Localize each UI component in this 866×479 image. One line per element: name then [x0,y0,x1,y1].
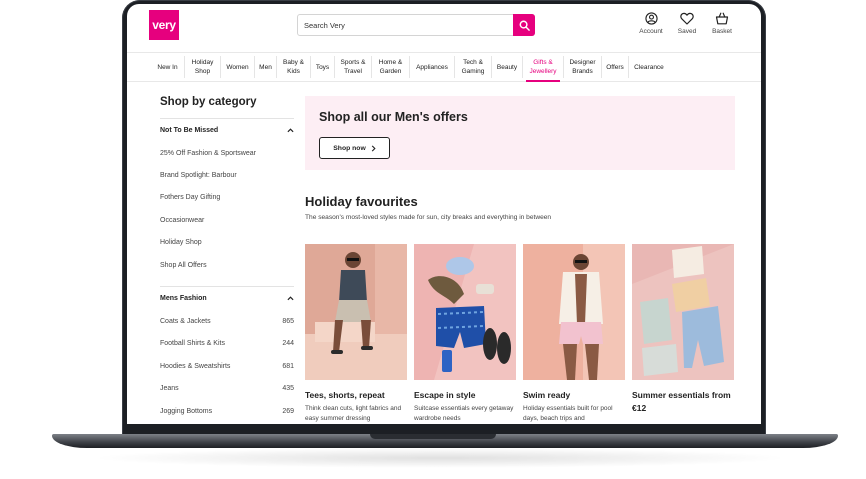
sidebar-link[interactable]: Holiday Shop [160,232,294,254]
sidebar-link[interactable]: Shop All Offers [160,254,294,276]
card-description: Holiday essentials built for pool days, … [523,405,613,422]
card-description: Suitcase essentials every getaway wardro… [414,405,514,422]
card-title[interactable]: Escape in style [414,389,516,402]
card-title[interactable]: Tees, shorts, repeat [305,389,407,402]
sidebar-title: Shop by category [160,96,257,108]
card-description: Think clean cuts, light fabrics and easy… [305,405,402,422]
sidebar-link[interactable]: Jogging Bottoms 269 [160,400,294,422]
nav-item-home-garden[interactable]: Home & Garden [372,56,410,78]
category-card[interactable]: Summer essentials from €12 [632,244,734,417]
nav-item-baby-kids[interactable]: Baby & Kids [277,56,311,78]
nav-item-gifts-jewellery[interactable]: Gifts & Jewellery [523,56,564,82]
category-card[interactable]: Escape in style Suitcase essentials ever… [414,244,516,424]
sidebar-link-label: Fothers Day Gifting [160,194,221,202]
sidebar-link[interactable]: Coats & Jackets 865 [160,310,294,332]
nav-item-appliances[interactable]: Appliances [410,56,455,78]
nav-item-clearance[interactable]: Clearance [629,56,669,78]
sidebar-link[interactable]: Hoodies & Sweatshirts 681 [160,355,294,377]
section-heading: Mens Fashion [160,295,207,303]
nav-item-toys[interactable]: Toys [311,56,335,78]
sidebar-link[interactable]: Football Shirts & Kits 244 [160,333,294,355]
category-sidebar: Shop by category Not To Be Missed 25% Of… [160,96,294,422]
section-subtitle: The season's most-loved styles made for … [305,214,552,221]
item-count: 269 [282,407,294,415]
card-image-tees[interactable] [305,244,407,380]
sidebar-link-label: Football Shirts & Kits [160,340,225,348]
chevron-right-icon [371,144,376,152]
sidebar-link-label: Shop All Offers [160,261,207,269]
category-card[interactable]: Tees, shorts, repeat Think clean cuts, l… [305,244,407,424]
item-count: 435 [282,385,294,393]
nav-item-women[interactable]: Women [221,56,255,78]
nav-item-tech-gaming[interactable]: Tech & Gaming [455,56,492,78]
nav-item-holiday-shop[interactable]: Holiday Shop [185,56,221,78]
sidebar-link-label: Coats & Jackets [160,318,211,326]
chevron-up-icon [287,296,294,301]
saved-label: Saved [677,28,697,35]
sidebar-link-label: Holiday Shop [160,239,202,247]
basket-icon [715,12,729,25]
basket-button[interactable]: Basket [704,12,740,35]
shop-now-label: Shop now [333,144,366,152]
nav-item-designer-brands[interactable]: Designer Brands [564,56,602,78]
item-count: 865 [282,318,294,326]
section-header-mens-fashion[interactable]: Mens Fashion [160,286,294,310]
search-input[interactable] [298,15,514,35]
card-image-escape[interactable] [414,244,516,380]
card-title[interactable]: Swim ready [523,389,625,402]
search-button[interactable] [513,14,535,36]
sidebar-link-label: 25% Off Fashion & Sportswear [160,149,256,157]
sidebar-link-label: Occasionwear [160,216,205,224]
heart-icon [680,12,694,25]
account-label: Account [639,28,663,35]
nav-item-beauty[interactable]: Beauty [492,56,523,78]
account-button[interactable]: Account [633,12,669,35]
sidebar-link-label: Jeans [160,385,179,393]
account-icon [644,12,658,25]
very-logo[interactable]: very [149,10,179,40]
search-icon [519,20,530,31]
section-title: Holiday favourites [305,194,418,209]
sidebar-link[interactable]: Brand Spotlight: Barbour [160,164,294,186]
sidebar-link-label: Hoodies & Sweatshirts [160,362,231,370]
category-card[interactable]: Swim ready Holiday essentials built for … [523,244,625,424]
chevron-up-icon [287,128,294,133]
laptop-notch [370,434,496,439]
nav-item-sports-travel[interactable]: Sports & Travel [335,56,372,78]
saved-button[interactable]: Saved [669,12,705,35]
promo-banner: Shop all our Men's offers Shop now [305,96,735,170]
site-header: very Account Saved [127,4,761,50]
sidebar-link[interactable]: Fothers Day Gifting [160,187,294,209]
basket-label: Basket [712,28,732,35]
sidebar-link-label: Jogging Bottoms [160,407,213,415]
laptop-shadow [90,448,790,468]
card-image-swim[interactable] [523,244,625,380]
nav-item-offers[interactable]: Offers [602,56,629,78]
shop-now-button[interactable]: Shop now [319,137,390,159]
sidebar-link[interactable]: 25% Off Fashion & Sportswear [160,142,294,164]
search-bar [297,14,535,36]
sidebar-link[interactable]: Occasionwear [160,209,294,231]
sidebar-link-label: Brand Spotlight: Barbour [160,172,237,180]
nav-item-new-in[interactable]: New In [151,56,185,78]
section-heading: Not To Be Missed [160,127,219,134]
main-nav: New In Holiday Shop Women Men Baby & Kid… [127,52,761,82]
promo-title: Shop all our Men's offers [319,110,468,124]
item-count: 244 [282,340,294,348]
nav-item-men[interactable]: Men [255,56,277,78]
sidebar-link[interactable]: Jeans 435 [160,378,294,400]
item-count: 681 [282,362,294,370]
section-header-not-to-be-missed[interactable]: Not To Be Missed [160,118,294,142]
screen: very Account Saved [127,4,761,424]
card-image-summer-essentials[interactable] [632,244,734,380]
card-title[interactable]: Summer essentials from €12 [632,389,734,415]
